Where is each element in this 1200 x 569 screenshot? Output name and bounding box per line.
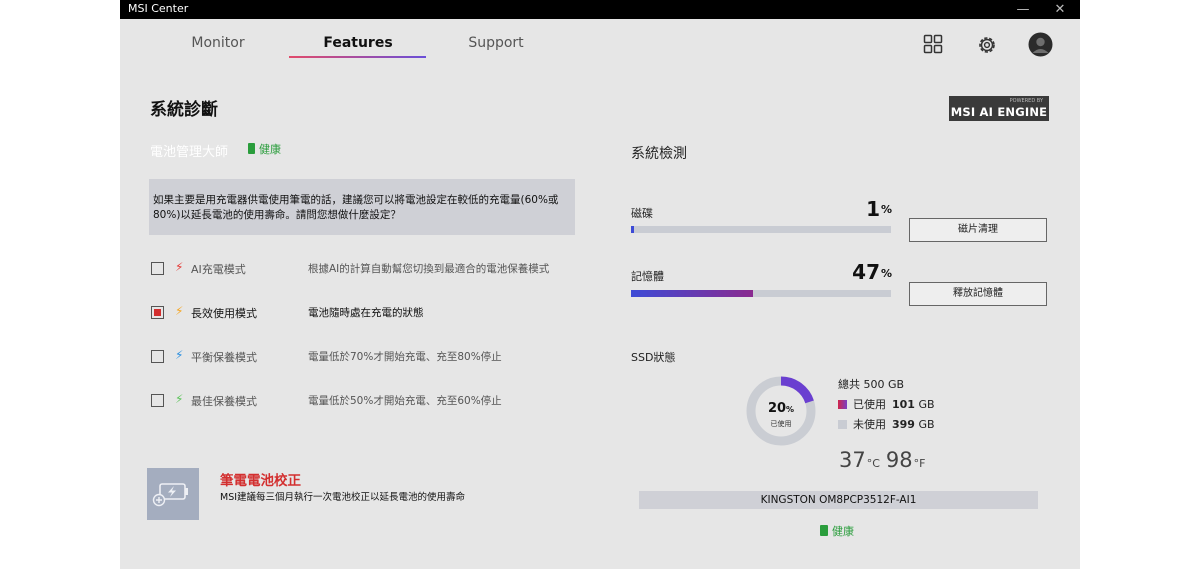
close-button[interactable]: ✕ xyxy=(1045,0,1075,19)
window-title: MSI Center xyxy=(128,2,189,15)
health-icon xyxy=(820,525,828,536)
option-label: 最佳保養模式 xyxy=(191,395,257,408)
option-desc: 電量低於70%才開始充電、充至80%停止 xyxy=(308,351,502,363)
checkbox[interactable] xyxy=(151,394,164,407)
free-label: 未使用 xyxy=(853,418,886,431)
msi-ai-engine-badge: POWERED BY MSI AI ENGINE xyxy=(949,96,1049,121)
free-unit: GB xyxy=(918,418,935,431)
active-tab-indicator xyxy=(289,56,426,58)
calibration-desc: MSI建議每三個月執行一次電池校正以延長電池的使用壽命 xyxy=(220,492,466,503)
tab-features[interactable]: Features xyxy=(318,35,398,51)
bolt-icon: ⚡ xyxy=(175,348,184,362)
ssd-total: 總共 500 GB xyxy=(838,378,905,391)
ssd-model: KINGSTON OM8PCP3512F-AI1 xyxy=(639,491,1038,509)
ssd-temperature: 37°C 98°F xyxy=(839,448,931,472)
ssd-used-legend: 已使用 101 GB xyxy=(838,396,935,412)
disk-unit: % xyxy=(881,203,893,216)
disk-usage-bar xyxy=(631,226,891,233)
used-label: 已使用 xyxy=(853,398,886,411)
system-check-title: 系統檢測 xyxy=(631,146,687,162)
ssd-health-status: 健康 xyxy=(820,523,854,539)
title-bar: MSI Center — ✕ xyxy=(120,0,1080,19)
disk-label: 磁碟 xyxy=(631,207,653,220)
tab-support[interactable]: Support xyxy=(460,35,532,51)
page-title: 系統診斷 xyxy=(150,100,218,120)
bolt-icon: ⚡ xyxy=(175,304,184,318)
temp-c-unit: °C xyxy=(866,457,880,470)
donut-percent-unit: % xyxy=(786,405,795,414)
msi-center-window: MSI Center — ✕ Monitor Features Support … xyxy=(120,0,1080,569)
tab-monitor[interactable]: Monitor xyxy=(180,35,256,51)
disk-usage-fill xyxy=(631,226,634,233)
memory-usage-bar xyxy=(631,290,891,297)
battery-calibration-button[interactable] xyxy=(147,468,199,520)
option-label: 長效使用模式 xyxy=(191,307,257,320)
battery-question-text: 如果主要是用充電器供電使用筆電的話，建議您可以將電池設定在較低的充電量(60%或… xyxy=(153,194,559,221)
ssd-health-label: 健康 xyxy=(832,525,854,538)
donut-percent-value: 20 xyxy=(767,401,787,416)
checkbox[interactable] xyxy=(151,350,164,363)
free-swatch xyxy=(838,420,847,429)
disk-cleanup-button[interactable]: 磁片清理 xyxy=(909,218,1047,242)
used-swatch xyxy=(838,400,847,409)
ssd-free-legend: 未使用 399 GB xyxy=(838,416,935,432)
gear-icon[interactable] xyxy=(976,34,998,60)
memory-unit: % xyxy=(881,267,893,280)
bolt-icon: ⚡ xyxy=(175,392,184,406)
disk-value: 1 xyxy=(866,197,880,221)
battery-master-title: 電池管理大師 xyxy=(150,145,229,160)
checkbox[interactable] xyxy=(151,262,164,275)
battery-health-label: 健康 xyxy=(259,143,281,156)
option-desc: 電池隨時處在充電的狀態 xyxy=(308,307,424,319)
memory-label: 記憶體 xyxy=(631,270,664,283)
option-desc: 根據AI的計算自動幫您切換到最適合的電池保養模式 xyxy=(308,263,550,275)
ssd-donut-used-label: 已使用 xyxy=(770,420,792,428)
bolt-icon: ⚡ xyxy=(175,260,184,274)
grid-icon[interactable] xyxy=(923,34,943,58)
calibration-title: 筆電電池校正 xyxy=(220,473,301,489)
ssd-status-title: SSD狀態 xyxy=(631,351,676,364)
avatar-icon[interactable] xyxy=(1028,32,1053,61)
checkbox-checked[interactable] xyxy=(151,306,164,319)
used-value: 101 xyxy=(892,398,915,411)
option-desc: 電量低於50%才開始充電、充至60%停止 xyxy=(308,395,502,407)
ssd-donut-percent: 20% xyxy=(745,401,817,416)
battery-question-box: 如果主要是用充電器供電使用筆電的話，建議您可以將電池設定在較低的充電量(60%或… xyxy=(149,179,575,235)
battery-icon xyxy=(248,143,255,154)
minimize-button[interactable]: — xyxy=(1008,0,1038,19)
powered-by-text: POWERED BY xyxy=(1009,98,1043,104)
option-label: 平衡保養模式 xyxy=(191,351,257,364)
memory-usage-fill xyxy=(631,290,754,297)
battery-charge-icon xyxy=(152,483,188,507)
used-unit: GB xyxy=(918,398,935,411)
memory-value: 47 xyxy=(852,260,880,284)
free-value: 399 xyxy=(892,418,915,431)
battery-health-status: 健康 xyxy=(248,141,281,157)
temp-c-value: 37 xyxy=(839,448,866,472)
temp-f-unit: °F xyxy=(913,457,926,470)
free-memory-button[interactable]: 釋放記憶體 xyxy=(909,282,1047,306)
engine-text: MSI AI ENGINE xyxy=(950,105,1048,119)
option-label: AI充電模式 xyxy=(191,263,246,276)
temp-f-value: 98 xyxy=(885,448,913,472)
